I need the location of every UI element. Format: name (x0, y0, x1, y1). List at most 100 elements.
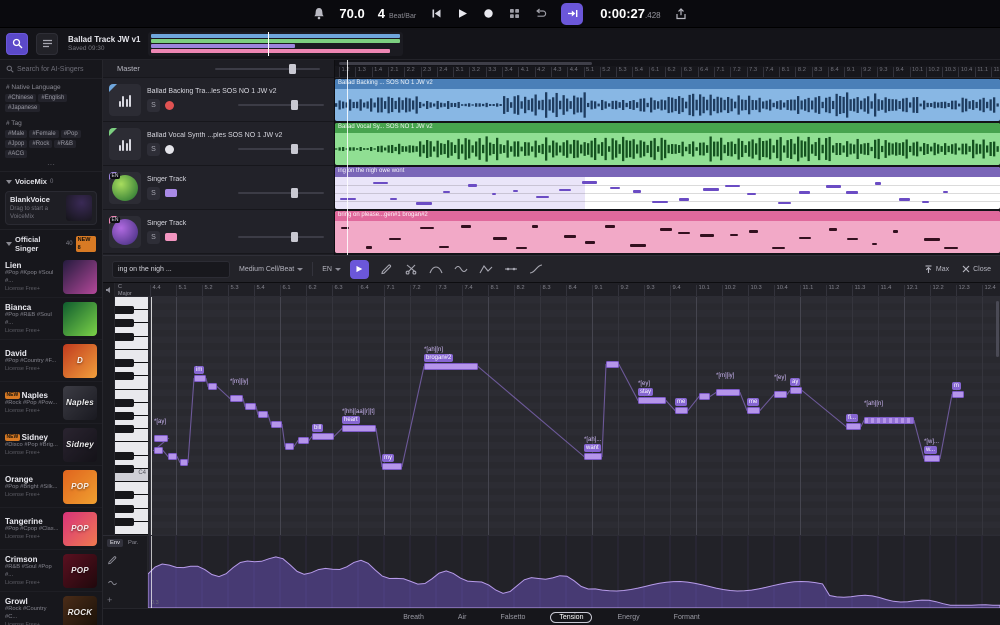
midi-note[interactable] (606, 361, 619, 368)
loop-icon[interactable] (533, 6, 548, 21)
lyric-chip[interactable]: fi... (846, 414, 858, 422)
play-icon[interactable] (455, 6, 470, 21)
lyric-chip[interactable]: ay (790, 378, 800, 386)
clip[interactable]: Ballad Backing ... SOS NO 1 JW v2 (335, 79, 1000, 121)
singer-avatar[interactable] (63, 260, 97, 294)
close-editor-button[interactable]: Close (962, 265, 991, 273)
record-arm-button[interactable] (165, 101, 174, 110)
param-tab-breath[interactable]: Breath (394, 612, 433, 623)
grid-view-icon[interactable] (507, 6, 522, 21)
midi-note[interactable] (168, 453, 177, 460)
midi-note[interactable] (285, 443, 294, 450)
lyric-chip[interactable]: im (194, 366, 204, 374)
midi-note[interactable] (774, 391, 787, 398)
project-info[interactable]: Ballad Track JW v1 Saved 09:30 (68, 35, 140, 52)
piano-key-black[interactable] (115, 465, 134, 473)
record-icon[interactable] (481, 6, 496, 21)
piano-key-black[interactable] (115, 491, 134, 499)
export-icon[interactable] (674, 6, 689, 21)
editor-playhead[interactable] (151, 297, 152, 535)
singer-avatar[interactable]: Naples (63, 386, 97, 420)
track-color-chip[interactable] (165, 233, 177, 241)
filter-tag-chip[interactable]: #Female (29, 130, 58, 138)
midi-note[interactable] (584, 453, 602, 460)
midi-note[interactable] (675, 407, 688, 414)
filter-tag-chip[interactable]: #R&B (54, 140, 76, 148)
filter-tag-chip[interactable]: #Male (5, 130, 27, 138)
solo-button[interactable]: S (147, 231, 160, 244)
clip[interactable]: ing on the nigh owe wont (335, 167, 1000, 209)
singer-avatar[interactable]: Sidney (63, 428, 97, 462)
midi-note[interactable] (258, 411, 268, 418)
language-select[interactable]: EN (322, 266, 341, 273)
vibrato-tool-icon[interactable] (453, 261, 469, 277)
pencil-tool-icon[interactable] (378, 261, 394, 277)
singer-row[interactable]: Growl#Rock #Country #C...License Free+RO… (0, 592, 102, 625)
singer-row[interactable]: Orange#Pop #Bright #Silk...License Free+… (0, 466, 102, 508)
piano-key-black[interactable] (115, 333, 134, 341)
midi-note[interactable] (194, 375, 206, 382)
scale-indicator[interactable]: C Major (115, 283, 148, 297)
volume-slider[interactable] (238, 148, 324, 150)
speaker-icon[interactable] (105, 286, 113, 294)
volume-slider[interactable] (238, 104, 324, 106)
midi-note[interactable] (382, 463, 402, 470)
lyric-input[interactable]: ing on the nigh ... (112, 261, 230, 278)
s-curve-tool-icon[interactable] (528, 261, 544, 277)
singer-row[interactable]: Bianca#Pop #R&B #Soul #...License Free+ (0, 298, 102, 340)
midi-note[interactable] (312, 433, 334, 440)
lyric-chip[interactable]: bill (312, 424, 323, 432)
solo-button[interactable]: S (147, 99, 160, 112)
tempo-value[interactable]: 70.0 (339, 6, 364, 21)
singer-avatar[interactable]: D (63, 344, 97, 378)
add-parameter-button[interactable]: + (107, 596, 143, 605)
anchor-line-tool-icon[interactable] (503, 261, 519, 277)
midi-note[interactable] (154, 447, 163, 454)
singer-row[interactable]: David#Pop #Country #F...License Free+D (0, 340, 102, 382)
singer-row[interactable]: NEWNaples#Rock #Pop #Pow...License Free+… (0, 382, 102, 424)
singer-avatar[interactable] (63, 302, 97, 336)
singer-row[interactable]: NEWSidney#Disco #Pop #Brig...License Fre… (0, 424, 102, 466)
pitch-curve-tool-icon[interactable] (428, 261, 444, 277)
blankvoice-card[interactable]: BlankVoice Drag to start a VoiceMix (5, 191, 97, 225)
midi-note[interactable] (699, 393, 710, 400)
piano-key-black[interactable] (115, 319, 134, 327)
slider-handle[interactable] (291, 232, 298, 242)
track-header[interactable]: ENSinger TrackS (103, 210, 334, 254)
filter-tag-chip[interactable]: #Rock (29, 140, 52, 148)
midi-note[interactable] (952, 391, 964, 398)
midi-note[interactable] (638, 397, 666, 404)
piano-key-black[interactable] (115, 518, 134, 526)
piano-key-black[interactable] (115, 399, 134, 407)
slider-handle[interactable] (291, 188, 298, 198)
singer-row[interactable]: Lien#Pop #Kpop #Soul #...License Free+ (0, 256, 102, 298)
midi-note[interactable] (424, 363, 478, 370)
lyric-chip[interactable]: me (747, 398, 759, 406)
midi-note[interactable] (790, 387, 802, 394)
param-pencil-tool-icon[interactable] (107, 552, 143, 570)
param-curve-tool-icon[interactable] (107, 574, 143, 592)
piano-key-black[interactable] (115, 372, 134, 380)
midi-note[interactable] (154, 435, 168, 442)
arrangement-minimap[interactable] (148, 32, 403, 56)
record-arm-button[interactable] (165, 145, 174, 154)
midi-note[interactable] (747, 407, 760, 414)
lyric-chip[interactable]: heart (342, 416, 360, 424)
midi-note[interactable] (342, 425, 376, 432)
track-icon-box[interactable]: EN (109, 172, 141, 204)
grid-resolution-select[interactable]: Medium Cell/Beat (239, 266, 303, 273)
scrollbar-handle[interactable] (339, 62, 592, 65)
track-icon-box[interactable] (109, 84, 141, 116)
param-tab-formant[interactable]: Formant (665, 612, 709, 623)
midi-note[interactable] (298, 437, 309, 444)
param-tab-tension[interactable]: Tension (550, 612, 592, 623)
track-header[interactable]: Ballad Backing Tra...les SOS NO 1 JW v2S (103, 78, 334, 122)
lyric-chip[interactable]: m (952, 382, 961, 390)
param-tab-air[interactable]: Air (449, 612, 476, 623)
audition-play-button[interactable] (350, 260, 369, 279)
singer-search-input[interactable]: Search for AI-Singers (0, 60, 102, 79)
slider-handle[interactable] (289, 64, 296, 74)
timeline-playhead[interactable] (347, 60, 348, 255)
track-header[interactable]: Ballad Vocal Synth ...ples SOS NO 1 JW v… (103, 122, 334, 166)
midi-note[interactable] (208, 383, 217, 390)
